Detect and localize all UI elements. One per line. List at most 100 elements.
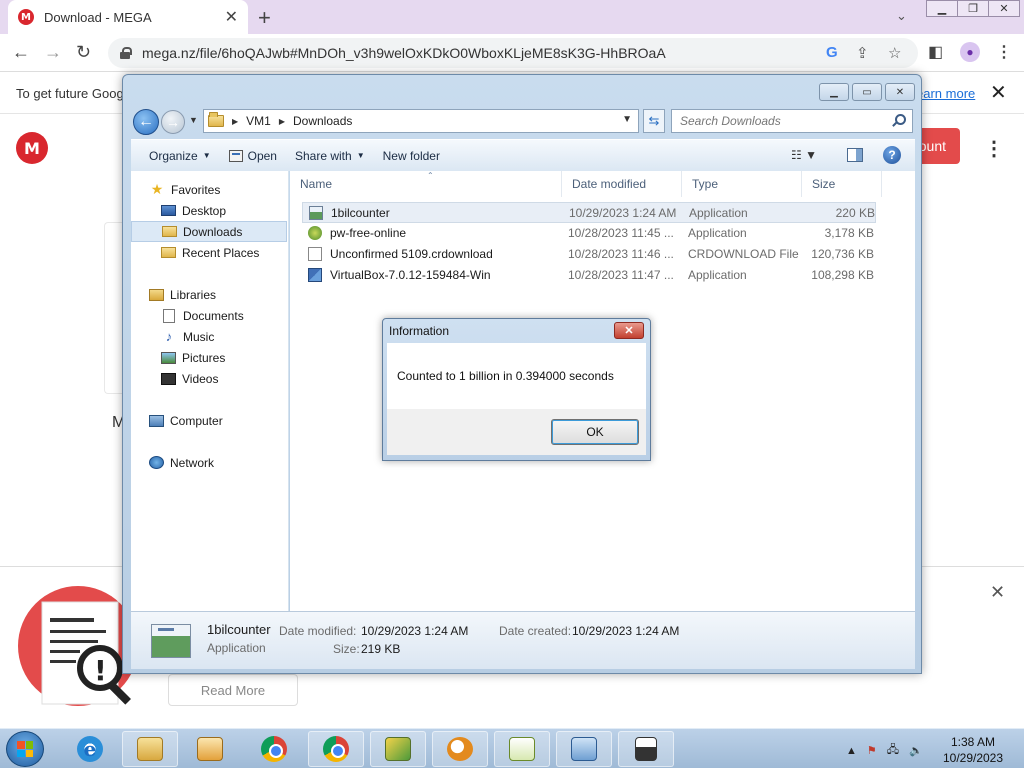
nav-favorites[interactable]: ★ Favorites (149, 179, 305, 200)
nav-libraries[interactable]: Libraries (149, 284, 305, 305)
action-center-flag-icon[interactable]: ⚑ (867, 744, 877, 757)
nav-videos[interactable]: Videos (131, 368, 287, 389)
new-folder-button[interactable]: New folder (383, 149, 440, 163)
address-bar[interactable]: mega.nz/file/6hoQAJwb#MnDOh_v3h9welOxKDk… (108, 38, 918, 68)
chrome-menu-icon[interactable]: ⋮ (996, 42, 1012, 62)
computer-icon (149, 414, 164, 427)
taskbar-chrome[interactable] (246, 731, 302, 767)
change-view-icon[interactable]: ☷ ▼ (791, 148, 817, 162)
reload-icon[interactable]: ↻ (76, 42, 91, 63)
browser-tab[interactable]: M Download - MEGA ✕ (8, 0, 248, 34)
taskbar-file-explorer[interactable] (122, 731, 178, 767)
tab-close-icon[interactable]: ✕ (225, 7, 238, 27)
restore-button[interactable]: ❐ (957, 0, 989, 17)
share-with-label: Share with (294, 148, 352, 163)
file-row-1bilcounter[interactable]: 1bilcounter 10/29/2023 1:24 AM Applicati… (302, 202, 876, 223)
explorer-minimize-button[interactable]: ▁ (819, 83, 849, 101)
explorer-search-box[interactable] (671, 109, 913, 133)
column-header-size[interactable]: Size (802, 171, 882, 197)
taskbar-1bilcounter[interactable] (618, 731, 674, 767)
forward-arrow-icon[interactable]: → (161, 110, 185, 134)
breadcrumb-vm1[interactable]: VM1 (246, 114, 271, 128)
start-button[interactable] (6, 731, 44, 767)
folder-icon (208, 112, 224, 127)
nav-downloads[interactable]: Downloads (131, 221, 287, 242)
nav-label: Documents (183, 308, 244, 323)
forward-arrow-icon[interactable]: → (44, 42, 62, 63)
close-button[interactable]: ✕ (988, 0, 1020, 17)
profile-avatar-icon[interactable]: ● (960, 42, 980, 62)
taskbar-internet-explorer[interactable]: e (62, 731, 118, 767)
nav-network[interactable]: Network (149, 452, 305, 473)
file-name: VirtualBox-7.0.12-159484-Win (330, 268, 491, 282)
nav-recent-places[interactable]: Recent Places (131, 242, 287, 263)
file-row-virtualbox[interactable]: VirtualBox-7.0.12-159484-Win 10/28/2023 … (302, 265, 876, 286)
help-icon[interactable]: ? (883, 146, 901, 164)
recent-pages-chevron-icon[interactable]: ▼ (189, 115, 198, 125)
address-history-chevron-icon[interactable]: ▼ (622, 114, 632, 125)
side-panel-icon[interactable]: ◧ (928, 42, 943, 62)
nav-label: Desktop (182, 203, 227, 218)
breadcrumb-separator-icon[interactable]: ▶ (279, 117, 285, 126)
document-page-icon (163, 308, 175, 323)
file-row-pw-free-online[interactable]: pw-free-online 10/28/2023 11:45 ... Appl… (302, 223, 876, 244)
back-arrow-icon[interactable]: ← (12, 42, 30, 63)
lock-icon[interactable] (120, 47, 132, 59)
taskbar-control-panel[interactable] (556, 731, 612, 767)
bookmark-star-icon[interactable]: ☆ (888, 44, 901, 62)
column-header-date-modified[interactable]: Date modified (562, 171, 682, 197)
search-input[interactable] (680, 114, 880, 128)
nav-music[interactable]: ♪ Music (131, 326, 287, 347)
show-hidden-icons-chevron-icon[interactable]: ▲ (846, 745, 857, 757)
breadcrumb-separator-icon[interactable]: ▶ (232, 117, 238, 126)
share-with-button[interactable]: Share with ▼ (295, 149, 365, 163)
file-date: 10/28/2023 11:45 ... (568, 226, 674, 240)
open-button[interactable]: Open (228, 149, 277, 163)
promo-close-icon[interactable]: ✕ (990, 582, 1005, 603)
google-lens-icon[interactable]: G (826, 44, 838, 61)
file-type: Application (688, 226, 747, 240)
volume-muted-icon[interactable]: 🔈 (909, 744, 923, 757)
file-name: pw-free-online (330, 226, 407, 240)
preview-pane-icon[interactable] (847, 148, 863, 162)
explorer-address-bar[interactable]: ▶ VM1 ▶ Downloads ▼ (203, 109, 639, 133)
taskbar-clock[interactable]: 1:38 AM 10/29/2023 (938, 734, 1008, 766)
details-size: 219 KB (361, 642, 401, 656)
mega-logo[interactable]: M (16, 132, 48, 164)
share-icon[interactable]: ⇪ (856, 44, 869, 62)
taskbar-search-app[interactable] (432, 731, 488, 767)
tab-search-chevron-icon[interactable]: ⌄ (896, 8, 907, 24)
details-file-type: Application (207, 641, 266, 655)
file-row-unconfirmed-crdownload[interactable]: Unconfirmed 5109.crdownload 10/28/2023 1… (302, 244, 876, 265)
url-text[interactable]: mega.nz/file/6hoQAJwb#MnDOh_v3h9welOxKDk… (142, 45, 666, 61)
read-more-button[interactable]: Read More (168, 674, 298, 706)
details-size-label: Size: (333, 642, 360, 656)
dialog-close-button[interactable]: ✕ (614, 322, 644, 339)
column-header-type[interactable]: Type (682, 171, 802, 197)
explorer-maximize-button[interactable]: ▭ (852, 83, 882, 101)
column-header-name[interactable]: Name (290, 171, 562, 197)
taskbar-chrome-active[interactable] (308, 731, 364, 767)
refresh-icon[interactable]: ⇆ (643, 109, 665, 133)
search-icon[interactable] (895, 114, 906, 125)
ok-button[interactable]: OK (551, 419, 639, 445)
minimize-button[interactable]: ▁ (926, 0, 958, 17)
taskbar-media-player[interactable] (182, 731, 238, 767)
back-arrow-icon[interactable]: ← (133, 109, 159, 135)
page-menu-icon[interactable]: ⋮ (984, 136, 1004, 161)
nav-desktop[interactable]: Desktop (131, 200, 287, 221)
breadcrumb-downloads[interactable]: Downloads (293, 114, 352, 128)
learn-more-link[interactable]: earn more (916, 86, 975, 101)
taskbar-notepad-app[interactable] (494, 731, 550, 767)
nav-documents[interactable]: Documents (131, 305, 287, 326)
organize-button[interactable]: Organize ▼ (149, 149, 211, 163)
dialog-footer: OK (387, 409, 646, 455)
new-tab-button[interactable]: + (258, 5, 271, 31)
nav-computer[interactable]: Computer (149, 410, 305, 431)
explorer-close-button[interactable]: ✕ (885, 83, 915, 101)
banner-close-icon[interactable]: ✕ (990, 80, 1007, 105)
details-date-modified-label: Date modified: (279, 624, 357, 638)
network-status-icon[interactable]: 🖧 (887, 741, 899, 760)
nav-pictures[interactable]: Pictures (131, 347, 287, 368)
taskbar-app-tool[interactable] (370, 731, 426, 767)
